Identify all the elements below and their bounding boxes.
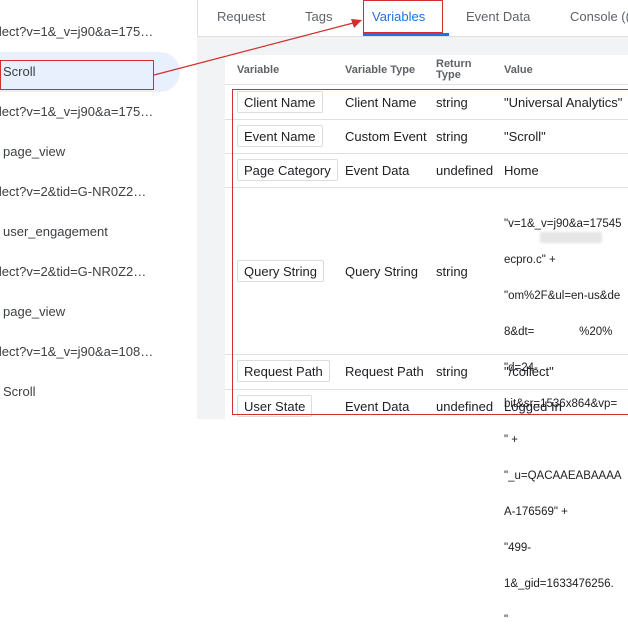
value-line: A-176569" + <box>504 506 568 518</box>
value-line: " <box>504 614 509 626</box>
value-line: "499- <box>504 542 532 554</box>
value-line: 1&_gid=1633476256. <box>504 578 614 590</box>
value-line: "_u=QACAAEABAAAA <box>504 470 622 482</box>
annotation-arrow-icon <box>153 19 362 76</box>
value-line: " + <box>504 434 518 446</box>
